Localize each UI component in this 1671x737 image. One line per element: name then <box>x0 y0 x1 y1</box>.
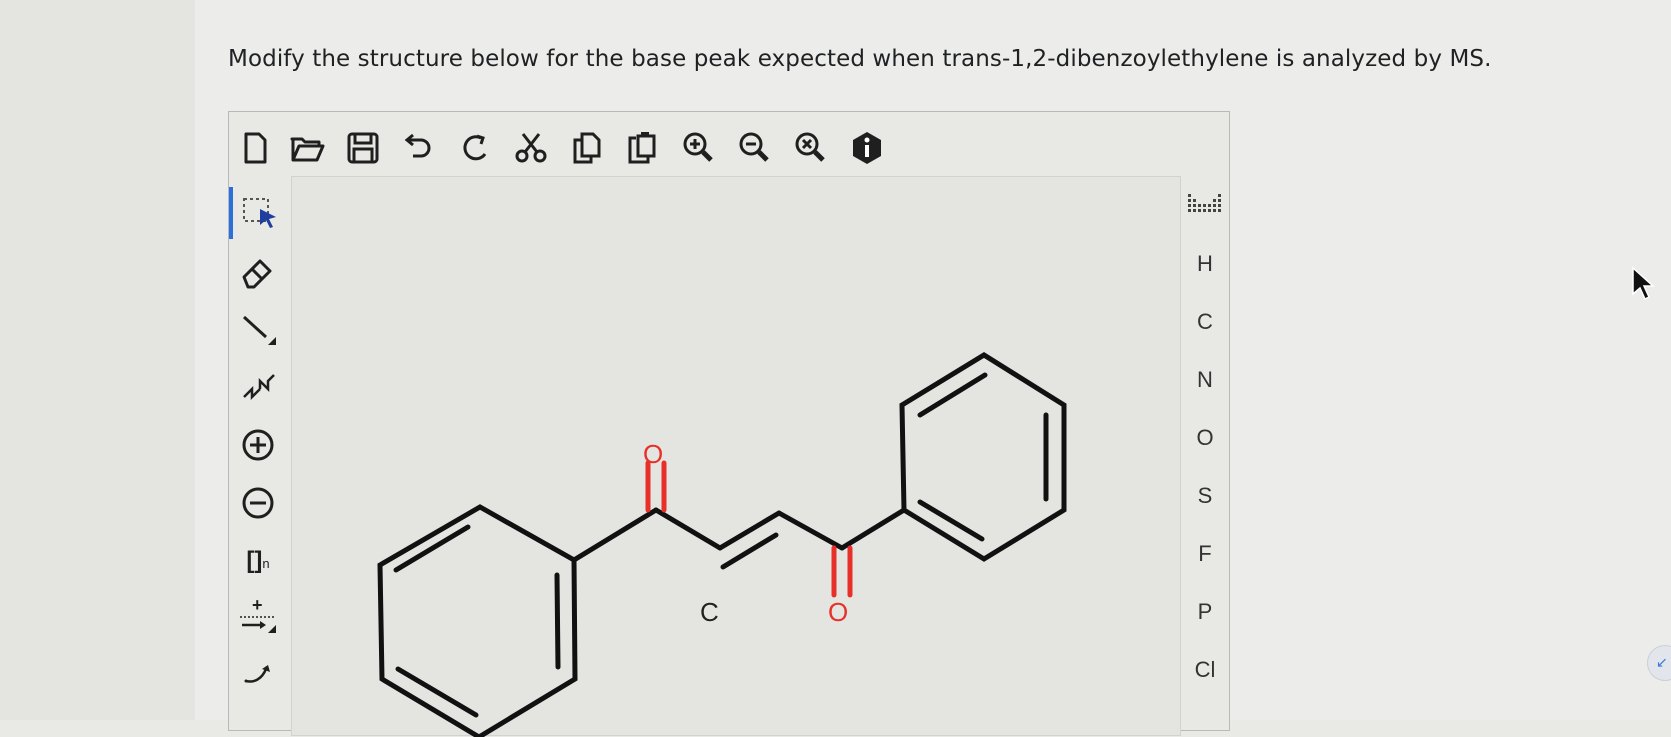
remove-charge-icon <box>242 487 274 519</box>
select-lasso-icon <box>243 198 276 228</box>
reaction-arrow-tool[interactable]: + <box>231 591 285 643</box>
bond-carbonyl-to-alkene-left <box>653 507 723 551</box>
bracket-icon: []n <box>246 547 269 575</box>
eraser-icon <box>242 259 272 289</box>
eraser-tool[interactable] <box>231 245 285 297</box>
alkene-bond <box>717 510 782 551</box>
new-document-button[interactable] <box>233 126 277 170</box>
element-c-button[interactable]: C <box>1181 302 1229 342</box>
curved-arrow-tool[interactable] <box>231 645 285 697</box>
remove-charge-tool[interactable] <box>231 477 285 529</box>
left-ring-double-bond-3 <box>395 666 479 718</box>
element-cl-button[interactable]: Cl <box>1181 650 1229 690</box>
right-benzene-ring <box>899 352 1067 562</box>
bond-alkene-to-carbonyl-right <box>776 510 845 551</box>
left-margin <box>0 0 195 720</box>
add-charge-tool[interactable] <box>231 419 285 471</box>
bracket-subscript: n <box>262 556 270 571</box>
element-n-button[interactable]: N <box>1181 360 1229 400</box>
left-ring-double-bond-1 <box>554 572 561 670</box>
cut-icon <box>515 133 547 163</box>
chain-icon <box>243 374 275 401</box>
new-document-icon <box>244 132 267 164</box>
zoom-reset-icon <box>795 132 825 162</box>
single-bond-icon <box>242 315 276 345</box>
oxygen-label-left: O <box>643 439 663 469</box>
element-s-button[interactable]: S <box>1181 476 1229 516</box>
select-tool[interactable] <box>229 187 287 239</box>
zoom-in-icon <box>683 132 713 162</box>
molecule-structure: O O C <box>377 352 1067 737</box>
bond-ring-to-carbonyl-left <box>571 507 659 563</box>
structure-editor: []n + O O C H C N O S F P Cl <box>228 111 1230 737</box>
open-button[interactable] <box>285 126 329 170</box>
element-h-button[interactable]: H <box>1181 244 1229 284</box>
zoom-in-button[interactable] <box>677 126 721 170</box>
periodic-table-icon[interactable] <box>1187 190 1225 220</box>
editor-toolbar <box>229 126 929 170</box>
paste-icon <box>628 132 656 164</box>
redo-icon <box>463 134 487 161</box>
element-f-button[interactable]: F <box>1181 534 1229 574</box>
reaction-arrow-icon: + <box>240 597 276 633</box>
oxygen-label-right: O <box>828 597 848 627</box>
bracket-tool[interactable]: []n <box>231 535 285 587</box>
bond-tool[interactable] <box>231 303 285 355</box>
chain-tool[interactable] <box>231 361 285 413</box>
undo-icon <box>404 133 431 158</box>
open-folder-icon <box>290 137 325 162</box>
arrow-down-left-icon: ↙ <box>1656 655 1668 671</box>
save-button[interactable] <box>341 126 385 170</box>
cut-button[interactable] <box>509 126 553 170</box>
right-ring-double-bond-3 <box>917 499 985 542</box>
element-palette: H C N O S F P Cl <box>1181 176 1229 736</box>
left-benzene-ring <box>377 504 578 737</box>
add-charge-icon <box>242 429 274 461</box>
right-ring-double-bond-1 <box>917 372 988 418</box>
copy-icon <box>573 132 601 164</box>
info-icon <box>853 132 881 164</box>
zoom-reset-button[interactable] <box>789 126 833 170</box>
question-text: Modify the structure below for the base … <box>228 46 1492 72</box>
copy-button[interactable] <box>565 126 609 170</box>
info-button[interactable] <box>845 126 889 170</box>
mouse-cursor-icon <box>1632 266 1655 301</box>
bracket-label: [] <box>246 547 263 574</box>
undo-button[interactable] <box>397 126 441 170</box>
redo-button[interactable] <box>453 126 497 170</box>
zoom-out-icon <box>739 132 769 162</box>
zoom-out-button[interactable] <box>733 126 777 170</box>
element-o-button[interactable]: O <box>1181 418 1229 458</box>
drawing-canvas[interactable]: O O C <box>291 176 1181 737</box>
curved-arrow-icon <box>244 665 270 683</box>
arrow-plus-sign: + <box>252 597 263 615</box>
element-p-button[interactable]: P <box>1181 592 1229 632</box>
bonds <box>377 352 1067 737</box>
save-icon <box>347 132 379 164</box>
bond-carbonyl-to-ring-right <box>839 507 907 551</box>
carbon-label: C <box>700 597 719 627</box>
paste-button[interactable] <box>621 126 665 170</box>
